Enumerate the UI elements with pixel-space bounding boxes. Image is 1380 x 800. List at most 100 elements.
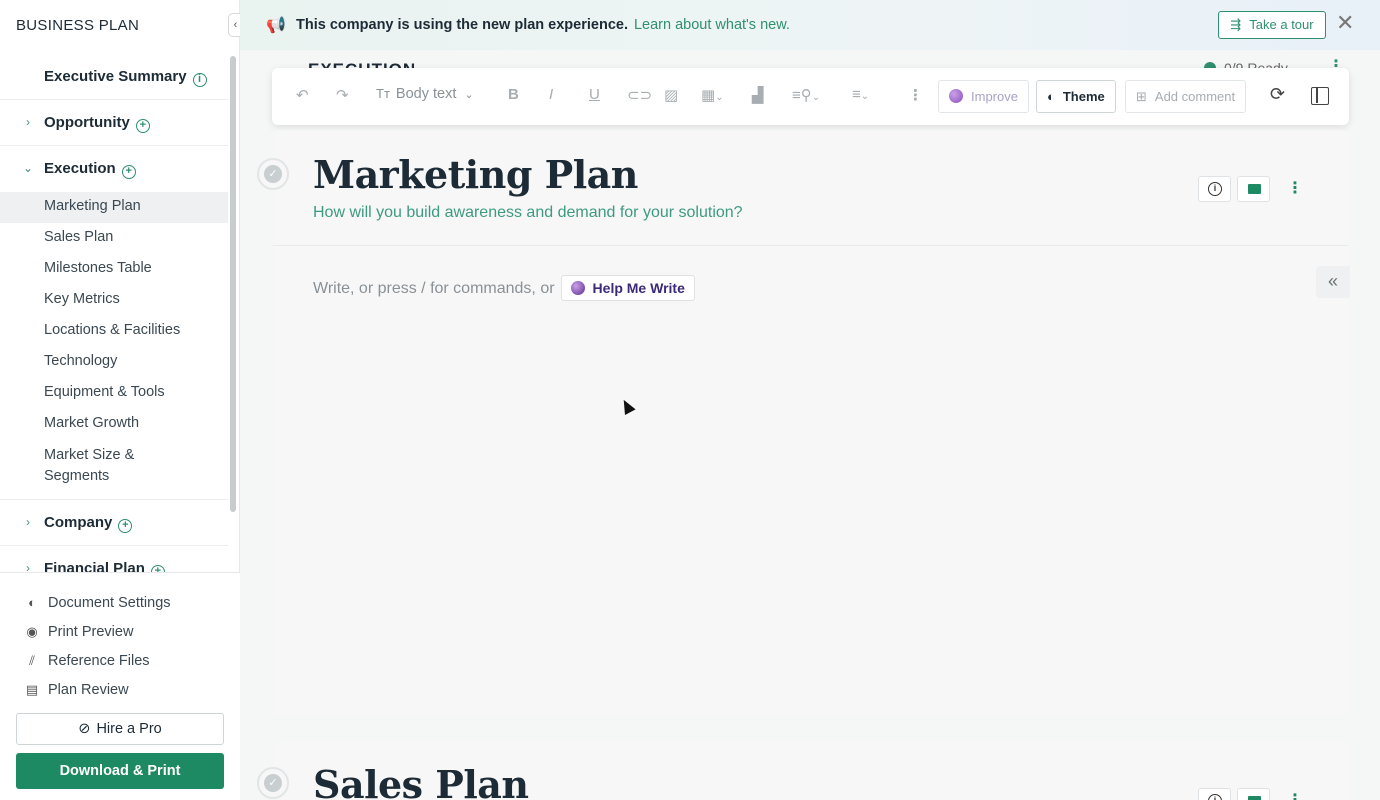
plan-review-link[interactable]: ▤ Plan Review	[24, 682, 129, 698]
info-icon[interactable]: i	[192, 73, 207, 87]
theme-button[interactable]: ◐ Theme	[1036, 80, 1116, 113]
comment-plus-icon: ⊞	[1136, 89, 1147, 104]
more-vertical-icon[interactable]: ⋮	[1287, 178, 1303, 198]
link-label: Plan Review	[48, 682, 129, 698]
sidebar-footer: ◐ Document Settings ◉ Print Preview ⫽ Refer…	[0, 572, 240, 800]
section-label: Executive Summary	[44, 68, 187, 85]
document-settings-link[interactable]: ◐ Document Settings	[24, 595, 171, 611]
bold-icon[interactable]: B	[508, 86, 519, 103]
sidebar-item-locations-facilities[interactable]: Locations & Facilities	[0, 316, 228, 347]
insert-data-icon[interactable]: ≡⚲⌄	[792, 86, 820, 104]
help-me-write-button[interactable]: Help Me Write	[560, 275, 695, 301]
sidebar-item-technology[interactable]: Technology	[0, 347, 228, 378]
sidebar-section-opportunity[interactable]: › Opportunity +	[0, 100, 228, 146]
sidebar-section-execution[interactable]: ⌄ Execution +	[0, 146, 228, 192]
improve-button[interactable]: Improve	[938, 80, 1029, 113]
sidebar-item-marketing-plan[interactable]: Marketing Plan	[0, 192, 228, 223]
sidebar-section-company[interactable]: › Company +	[0, 500, 228, 546]
more-vertical-icon[interactable]: ⋮	[908, 86, 923, 104]
section-card-sales-plan: ✓ Sales Plan i ⋮	[257, 742, 1348, 800]
info-icon: i	[1208, 794, 1222, 800]
download-print-button[interactable]: Download & Print	[16, 753, 224, 789]
chevron-down-icon: ⌄	[464, 89, 474, 101]
text-style-dropdown[interactable]: Tт Body text ⌄	[376, 86, 474, 102]
section-label: Execution	[44, 160, 116, 177]
add-section-icon[interactable]: +	[118, 519, 133, 533]
mark-complete-button[interactable]: ✓	[257, 158, 289, 190]
chevron-left-icon: ‹	[233, 19, 238, 31]
redo-icon[interactable]: ↷	[336, 86, 349, 104]
chart-icon[interactable]: ▟	[752, 86, 764, 104]
chevron-right-icon[interactable]: ›	[22, 515, 34, 529]
side-panel-icon[interactable]	[1311, 87, 1329, 105]
palette-icon: ◐	[28, 595, 36, 610]
chevron-right-icon[interactable]: ›	[22, 561, 34, 572]
reference-files-link[interactable]: ⫽ Reference Files	[24, 653, 150, 669]
eye-icon: ◉	[26, 624, 38, 639]
link-label: Reference Files	[48, 653, 150, 669]
paperclip-icon: ⫽	[29, 653, 35, 668]
section-tools: i ⋮	[1198, 788, 1303, 800]
sidebar-item-market-size-segments[interactable]: Market Size & Segments	[0, 440, 150, 492]
section-title[interactable]: Sales Plan	[313, 762, 529, 800]
compass-icon: ⊘	[78, 721, 91, 737]
take-a-tour-button[interactable]: ⇶ Take a tour	[1218, 11, 1326, 39]
section-comments-button[interactable]	[1237, 176, 1270, 202]
editor-toolbar: ↶ ↷ Tт Body text ⌄ B I U ⊂⊃ ▨ ▦⌄ ▟ ≡⚲⌄ ≡⌄ …	[272, 68, 1349, 125]
sidebar: BUSINESS PLAN ‹ Executive Summary i › Opp…	[0, 0, 242, 800]
editor-placeholder[interactable]: Write, or press / for commands, or Help M…	[313, 275, 695, 301]
sync-icon[interactable]: ⟳	[1270, 84, 1285, 105]
table-icon[interactable]: ▦⌄	[701, 86, 724, 104]
more-vertical-icon[interactable]: ⋮	[1287, 790, 1303, 800]
italic-icon[interactable]: I	[549, 86, 553, 103]
ai-orb-icon	[949, 89, 963, 103]
hire-a-pro-button[interactable]: ⊘ Hire a Pro	[16, 713, 224, 745]
sidebar-section-financial-plan[interactable]: › Financial Plan +	[0, 546, 228, 572]
text-style-icon: Tт	[376, 86, 390, 101]
section-title[interactable]: Marketing Plan	[313, 152, 638, 197]
button-label: Take a tour	[1249, 17, 1314, 32]
sidebar-item-market-growth[interactable]: Market Growth	[0, 409, 228, 440]
learn-more-link[interactable]: Learn about what's new.	[634, 17, 790, 33]
section-info-button[interactable]: i	[1198, 176, 1231, 202]
check-icon: ✓	[264, 165, 282, 183]
sidebar-section-executive-summary[interactable]: Executive Summary i	[0, 54, 228, 100]
divider	[0, 492, 228, 500]
section-tools: i ⋮	[1198, 176, 1303, 202]
align-icon[interactable]: ≡⌄	[852, 86, 869, 103]
sidebar-item-sales-plan[interactable]: Sales Plan	[0, 223, 228, 254]
mark-complete-button[interactable]: ✓	[257, 767, 289, 799]
sidebar-outline: Executive Summary i › Opportunity + ⌄ Exec…	[0, 54, 228, 572]
image-icon[interactable]: ▨	[664, 86, 678, 104]
add-section-icon[interactable]: +	[121, 165, 136, 179]
section-card-marketing-plan: ✓ Marketing Plan How will you build awar…	[257, 130, 1350, 715]
check-icon: ✓	[264, 774, 282, 792]
button-label: Hire a Pro	[96, 721, 162, 737]
sidebar-scrollbar[interactable]	[230, 56, 236, 512]
print-preview-link[interactable]: ◉ Print Preview	[24, 624, 133, 640]
announcement-banner: 📢 This company is using the new plan exp…	[240, 0, 1380, 50]
underline-icon[interactable]: U	[589, 86, 600, 103]
ai-orb-icon	[570, 281, 585, 295]
undo-icon[interactable]: ↶	[296, 86, 309, 104]
sidebar-item-milestones-table[interactable]: Milestones Table	[0, 254, 228, 285]
expand-panel-button[interactable]: «	[1316, 266, 1350, 298]
add-section-icon[interactable]: +	[135, 119, 150, 133]
close-icon[interactable]: ✕	[1336, 10, 1354, 36]
section-label: Financial Plan	[44, 560, 145, 572]
section-comments-button[interactable]	[1237, 788, 1270, 800]
add-comment-button[interactable]: ⊞ Add comment	[1125, 80, 1247, 113]
comment-icon	[1248, 796, 1261, 800]
comment-icon	[1248, 184, 1261, 194]
add-section-icon[interactable]: +	[150, 565, 165, 572]
chevron-right-icon[interactable]: ›	[22, 115, 34, 129]
link-label: Document Settings	[48, 595, 171, 611]
signpost-icon: ⇶	[1230, 17, 1242, 32]
link-icon[interactable]: ⊂⊃	[627, 86, 652, 104]
sidebar-item-key-metrics[interactable]: Key Metrics	[0, 285, 228, 316]
sidebar-item-equipment-tools[interactable]: Equipment & Tools	[0, 378, 228, 409]
chevron-down-icon[interactable]: ⌄	[22, 161, 34, 175]
section-info-button[interactable]: i	[1198, 788, 1231, 800]
section-label: Company	[44, 514, 113, 531]
link-label: Print Preview	[48, 624, 134, 640]
